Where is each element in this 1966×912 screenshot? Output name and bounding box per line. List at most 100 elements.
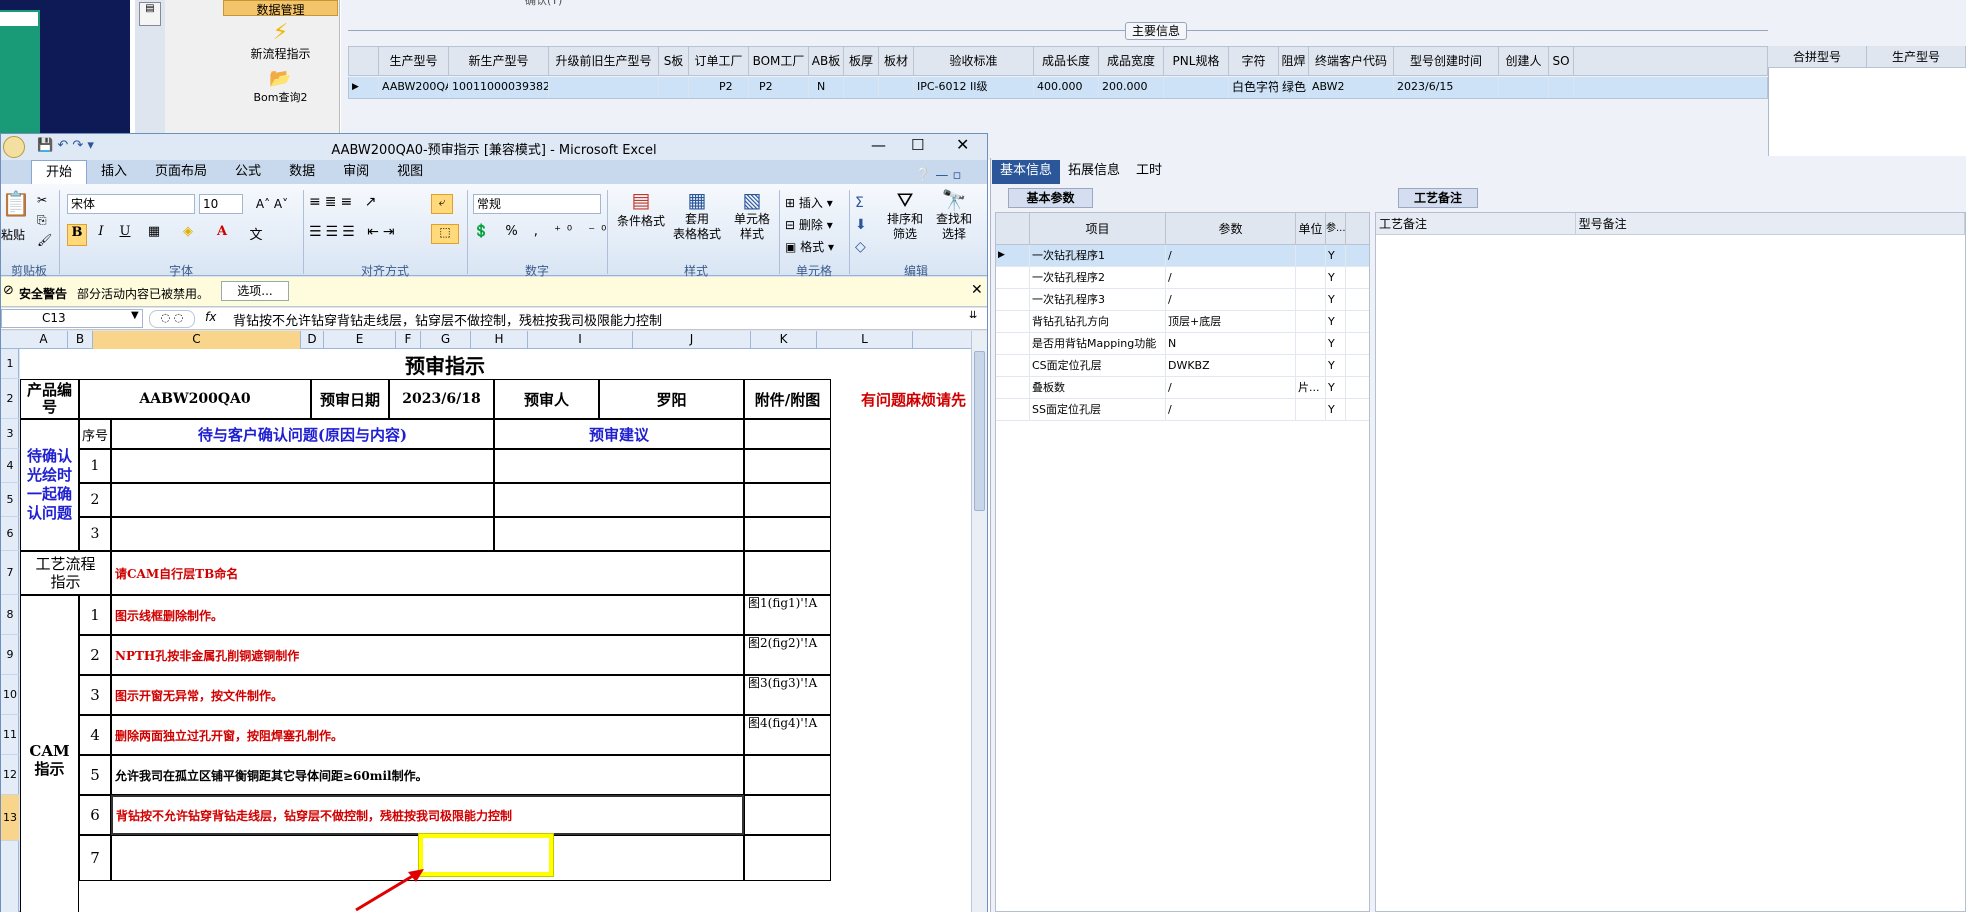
param-row[interactable]: 背钻孔钻孔方向 顶层+底层 Y: [996, 311, 1369, 333]
row-header[interactable]: 9: [1, 635, 19, 675]
product-label-cell[interactable]: 产品编号: [20, 379, 79, 419]
column-header[interactable]: I: [528, 331, 633, 349]
col-header[interactable]: 订单工厂: [689, 47, 749, 75]
date-cell[interactable]: 2023/6/18: [389, 379, 494, 419]
row-header[interactable]: 2: [1, 379, 19, 419]
worksheet[interactable]: 预审指示 产品编号 AABW200QA0 预审日期 2023/6/18 预审人 …: [20, 349, 972, 912]
clipboard-icons[interactable]: ✂ ⎘ 🖌: [37, 190, 52, 250]
attachment-cell[interactable]: 图3(fig3)'!A: [744, 675, 831, 715]
param-row[interactable]: CS面定位孔层 DWKBZ Y: [996, 355, 1369, 377]
cell-styles-button[interactable]: ▧ 单元格 样式: [727, 188, 777, 242]
grid-cell[interactable]: AABW200QA0: [379, 77, 449, 98]
minimize-icon[interactable]: —: [871, 136, 886, 154]
attach-empty-cell[interactable]: [744, 551, 831, 595]
col-header[interactable]: 创建人: [1499, 47, 1549, 75]
param-row[interactable]: SS面定位孔层 / Y: [996, 399, 1369, 421]
col-header[interactable]: 成品宽度: [1099, 47, 1164, 75]
grid-cell[interactable]: ABW2: [1309, 77, 1394, 98]
param-cell[interactable]: Y: [1326, 289, 1346, 310]
param-cell[interactable]: CS面定位孔层: [1030, 355, 1166, 376]
attachment-cell[interactable]: 图2(fig2)'!A: [744, 635, 831, 675]
seq-cell[interactable]: 7: [79, 835, 111, 881]
attach-empty-cell[interactable]: [744, 483, 831, 517]
param-cell[interactable]: 一次钻孔程序3: [1030, 289, 1166, 310]
expand-formula-icon[interactable]: ⇊: [969, 310, 977, 321]
grid-cell[interactable]: 200.000: [1099, 77, 1164, 98]
tab-review[interactable]: 审阅: [329, 160, 383, 184]
flow-label-cell[interactable]: 工艺流程指示: [20, 551, 111, 595]
grid-cell[interactable]: [549, 77, 659, 98]
sum-fill-clear-icons[interactable]: Σ ⬇ ◇: [855, 192, 867, 258]
scroll-thumb[interactable]: [974, 351, 985, 511]
col-header[interactable]: 板厚: [844, 47, 879, 75]
attach-empty-cell[interactable]: [744, 449, 831, 483]
suggestion-cell[interactable]: [494, 483, 744, 517]
grid-cell[interactable]: [1499, 77, 1549, 98]
data-mgmt-button[interactable]: 数据管理: [223, 0, 338, 17]
suggestion-cell[interactable]: [494, 517, 744, 551]
column-header[interactable]: E: [324, 331, 396, 349]
attachment-cell[interactable]: [744, 835, 831, 881]
date-label-cell[interactable]: 预审日期: [311, 379, 389, 419]
close-icon[interactable]: ✕: [956, 135, 969, 154]
tab-formulas[interactable]: 公式: [221, 160, 275, 184]
column-header[interactable]: J: [633, 331, 751, 349]
grid-cell[interactable]: N: [809, 77, 844, 98]
paste-icon[interactable]: 📋: [1, 190, 31, 224]
formula-input[interactable]: 背钻按不允许钻穿背钻走线层，钻穿层不做控制，残桩按我司极限能力控制: [233, 310, 662, 329]
suggestion-cell[interactable]: [494, 449, 744, 483]
param-cell[interactable]: [1296, 245, 1326, 266]
row-header[interactable]: 11: [1, 715, 19, 755]
attachment-cell[interactable]: [744, 795, 831, 835]
cam-item-cell[interactable]: NPTH孔按非金属孔削铜遮铜制作: [111, 635, 744, 675]
tab-page-layout[interactable]: 页面布局: [141, 160, 221, 184]
attach-empty-cell[interactable]: [744, 517, 831, 551]
table-row[interactable]: ▶ AABW200QA0 10011000039382 P2 P2 N IPC-…: [348, 77, 1768, 99]
column-header[interactable]: D: [301, 331, 324, 349]
col-header[interactable]: 新生产型号: [449, 47, 549, 75]
col-header[interactable]: AB板: [809, 47, 844, 75]
note-cell[interactable]: 有问题麻烦请先: [831, 379, 972, 419]
product-number-cell[interactable]: AABW200QA0: [79, 379, 311, 419]
row-header[interactable]: 12: [1, 755, 19, 795]
format-as-table-button[interactable]: ▦ 套用 表格格式: [669, 188, 725, 242]
attachment-label-cell[interactable]: 附件/附图: [744, 379, 831, 419]
row-header[interactable]: 10: [1, 675, 19, 715]
maximize-icon[interactable]: ☐: [911, 136, 924, 154]
options-button[interactable]: 选项...: [221, 281, 289, 301]
tab-basic-info[interactable]: 基本信息: [992, 160, 1061, 184]
suggestion-header-cell[interactable]: 预审建议: [494, 419, 744, 449]
param-cell[interactable]: [1296, 267, 1326, 288]
seq-cell[interactable]: 3: [79, 675, 111, 715]
param-cell[interactable]: [1296, 289, 1326, 310]
col-header[interactable]: 合拼型号: [1768, 46, 1867, 67]
font-grow-shrink-icon[interactable]: A˄ A˅: [249, 194, 295, 214]
seq-header-cell[interactable]: 序号: [79, 419, 111, 449]
attachment-cell[interactable]: 图4(fig4)'!A: [744, 715, 831, 755]
col-header[interactable]: 字符: [1229, 47, 1279, 75]
tab-work-hours[interactable]: 工时: [1128, 160, 1170, 184]
sheet-title[interactable]: 预审指示: [20, 349, 870, 379]
row-header[interactable]: 4: [1, 449, 19, 483]
grid-cell[interactable]: [1549, 77, 1574, 98]
bold-icon[interactable]: B: [67, 224, 87, 246]
italic-icon[interactable]: I: [91, 224, 111, 246]
param-row[interactable]: 叠板数 / 片... Y: [996, 377, 1369, 399]
row-header[interactable]: 1: [1, 349, 19, 379]
param-cell[interactable]: [1296, 311, 1326, 332]
row-header[interactable]: 3: [1, 419, 19, 449]
format-cells-button[interactable]: ▣ 格式 ▾: [785, 236, 834, 258]
col-header[interactable]: 生产型号: [379, 47, 449, 75]
column-header[interactable]: L: [817, 331, 913, 349]
reviewer-cell[interactable]: 罗阳: [599, 379, 744, 419]
reviewer-label-cell[interactable]: 预审人: [494, 379, 599, 419]
conditional-format-button[interactable]: ▤ 条件格式: [617, 188, 665, 229]
col-header[interactable]: 工艺备注: [1376, 213, 1576, 234]
attachment-cell[interactable]: [744, 755, 831, 795]
col-header[interactable]: SO: [1549, 47, 1574, 75]
column-header[interactable]: K: [751, 331, 817, 349]
column-header[interactable]: G: [421, 331, 471, 349]
col-header[interactable]: 项目: [1030, 213, 1166, 244]
row-header[interactable]: 5: [1, 483, 19, 517]
grid-cell[interactable]: 绿色: [1279, 77, 1309, 98]
